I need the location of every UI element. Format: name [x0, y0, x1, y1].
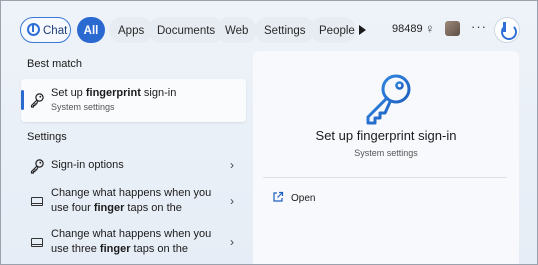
best-match-subtitle: System settings	[51, 102, 115, 112]
settings-result-label: Sign-in options	[51, 159, 124, 171]
rewards-points[interactable]: 98489	[392, 23, 423, 35]
settings-result-four-finger-taps[interactable]: Change what happens when you use four fi…	[21, 186, 246, 218]
more-options-icon[interactable]: ···	[471, 19, 487, 34]
filter-settings[interactable]: Settings	[255, 17, 315, 43]
bing-chat-icon	[27, 23, 40, 36]
detail-title: Set up fingerprint sign-in	[315, 128, 457, 143]
touchpad-icon	[31, 197, 43, 206]
detail-subtitle: System settings	[354, 148, 418, 158]
best-match-title: Set up fingerprint sign-in	[51, 87, 177, 99]
chat-button[interactable]: Chat	[20, 17, 71, 43]
chat-label: Chat	[43, 25, 68, 37]
more-filters-arrow-icon[interactable]	[359, 25, 366, 35]
key-icon	[30, 93, 44, 108]
filter-all[interactable]: All	[77, 17, 105, 43]
best-match-heading: Best match	[27, 58, 83, 70]
key-icon	[366, 74, 411, 125]
rewards-trophy-icon[interactable]: ♀	[425, 21, 435, 36]
chevron-right-icon: ›	[230, 235, 234, 249]
settings-result-label: Change what happens when you use three f…	[51, 228, 212, 255]
touchpad-icon	[31, 238, 43, 247]
bing-icon[interactable]	[494, 17, 520, 43]
open-external-icon[interactable]	[272, 191, 284, 203]
settings-result-sign-in-options[interactable]: Sign-in options ›	[21, 153, 246, 179]
filter-apps[interactable]: Apps	[109, 17, 154, 43]
selection-accent	[21, 90, 24, 110]
divider	[263, 177, 507, 178]
key-icon	[30, 159, 44, 174]
settings-result-three-finger-taps[interactable]: Change what happens when you use three f…	[21, 227, 246, 259]
chevron-right-icon: ›	[230, 158, 234, 172]
settings-result-label: Change what happens when you use four fi…	[51, 187, 212, 214]
search-window: Chat All Apps Documents Web Settings Peo…	[0, 0, 538, 265]
chevron-right-icon: ›	[230, 194, 234, 208]
open-action[interactable]: Open	[291, 193, 315, 204]
filter-people[interactable]: People	[310, 17, 356, 43]
filter-bar: Chat All Apps Documents Web Settings Peo…	[20, 17, 520, 43]
filter-documents[interactable]: Documents	[148, 17, 225, 43]
avatar[interactable]	[445, 21, 460, 36]
settings-heading: Settings	[27, 131, 67, 143]
detail-panel: Set up fingerprint sign-in System settin…	[253, 51, 519, 264]
filter-web[interactable]: Web	[216, 17, 258, 43]
best-match-result[interactable]: Set up fingerprint sign-in System settin…	[21, 79, 246, 122]
